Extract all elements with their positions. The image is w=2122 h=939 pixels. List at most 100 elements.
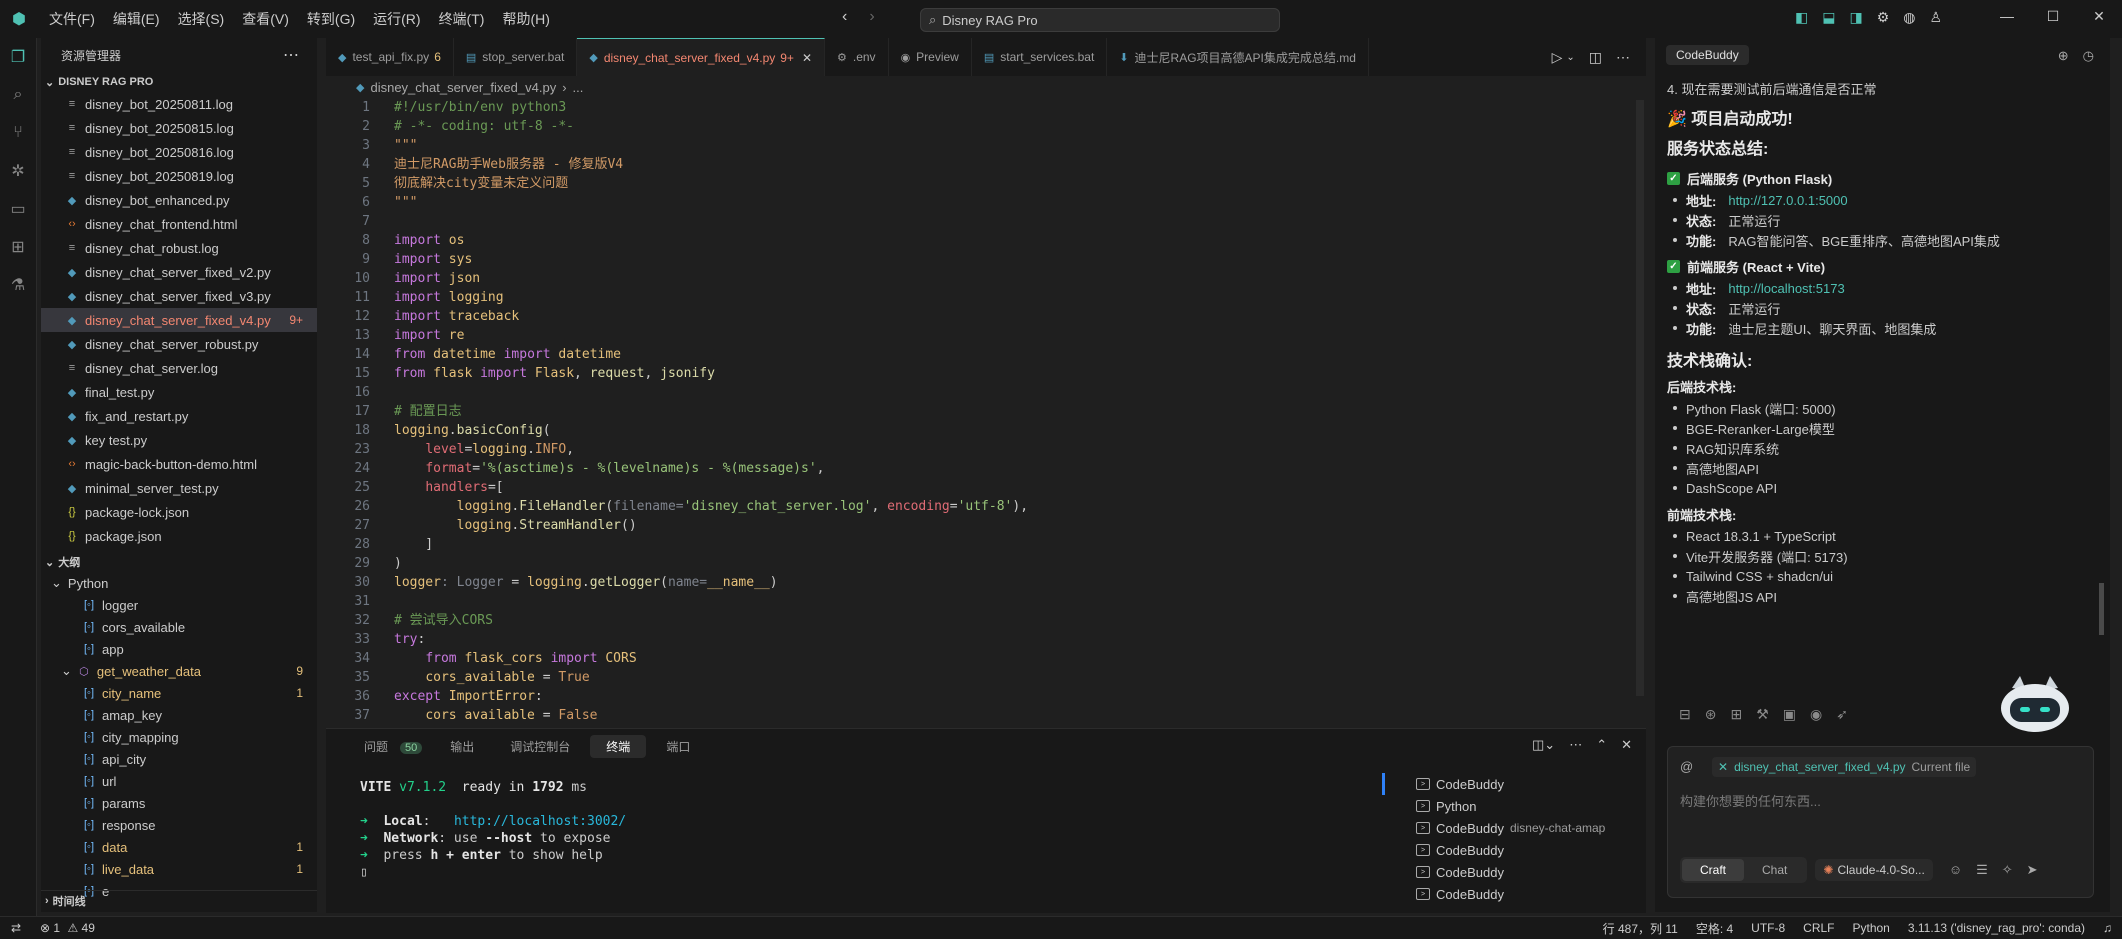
file-item[interactable]: ‹› magic-back-button-demo.html xyxy=(41,452,317,476)
copilot-icon[interactable]: ◍ xyxy=(1903,9,1915,26)
breadcrumb-rest[interactable]: ... xyxy=(573,80,584,95)
service-link[interactable]: http://127.0.0.1:5000 xyxy=(1728,193,1847,208)
file-item[interactable]: ◆ disney_chat_server_fixed_v4.py 9+ xyxy=(41,308,317,332)
outline-item[interactable]: [◦] logger xyxy=(41,594,317,616)
more-actions-icon[interactable]: ⋯ xyxy=(1616,49,1630,66)
send-icon[interactable]: ➤ xyxy=(2027,862,2038,878)
language-mode[interactable]: Python xyxy=(1853,921,1890,935)
command-center-search[interactable]: ⌕ Disney RAG Pro xyxy=(920,8,1280,32)
extensions-icon[interactable]: ⊞ xyxy=(0,228,36,266)
code-editor[interactable]: 1 #!/usr/bin/env python3 2 # -*- coding: ut… xyxy=(326,98,1636,720)
editor-tab[interactable]: ⬇ 迪士尼RAG项目高德API集成完成总结.md xyxy=(1107,38,1369,76)
settings-gear-icon[interactable]: ⚙ xyxy=(1877,9,1890,26)
file-item[interactable]: ◆ disney_chat_server_fixed_v3.py xyxy=(41,284,317,308)
maximize-button[interactable]: ☐ xyxy=(2030,0,2076,32)
file-item[interactable]: ◆ final_test.py xyxy=(41,380,317,404)
file-item[interactable]: ‹› disney_chat_frontend.html xyxy=(41,212,317,236)
file-item[interactable]: ◆ fix_and_restart.py xyxy=(41,404,317,428)
history-icon[interactable]: ◷ xyxy=(2083,48,2094,64)
problems-status[interactable]: ⊗ 1 ⚠ 49 xyxy=(40,921,95,935)
mode-chat-button[interactable]: Chat xyxy=(1744,859,1805,881)
mode-craft-button[interactable]: Craft xyxy=(1682,859,1745,881)
mcp-icon[interactable]: ⊛ xyxy=(1705,706,1717,723)
service-link[interactable]: http://localhost:5173 xyxy=(1728,281,1844,296)
menu-item[interactable]: 文件(F) xyxy=(40,9,104,29)
toggle-secondary-sidebar-icon[interactable]: ◨ xyxy=(1849,9,1862,26)
outline-item[interactable]: [◦] city_mapping xyxy=(41,726,317,748)
file-item[interactable]: ◆ disney_bot_enhanced.py xyxy=(41,188,317,212)
outline-item[interactable]: [◦] cors_available xyxy=(41,616,317,638)
task-list-icon[interactable]: ☰ xyxy=(1976,862,1988,878)
panel-tab[interactable]: 调试控制台 xyxy=(494,735,586,758)
outline-item[interactable]: [◦] api_city xyxy=(41,748,317,770)
terminal-instance[interactable]: > CodeBuddy xyxy=(1416,839,1636,861)
panel-tab[interactable]: 问题 50 xyxy=(348,735,430,758)
file-item[interactable]: ≡ disney_chat_robust.log xyxy=(41,236,317,260)
file-item[interactable]: ≡ disney_bot_20250811.log xyxy=(41,92,317,116)
editor-tab[interactable]: ◆ disney_chat_server_fixed_v4.py 9+ ✕ xyxy=(577,38,825,76)
file-item[interactable]: ≡ disney_bot_20250815.log xyxy=(41,116,317,140)
terminal-instance[interactable]: > CodeBuddy xyxy=(1416,861,1636,883)
more-actions-icon[interactable]: ⋯ xyxy=(283,45,299,65)
minimize-button[interactable]: — xyxy=(1984,0,2030,32)
remote-explorer-icon[interactable]: ▭ xyxy=(0,190,36,228)
editor-tab[interactable]: ◆ test_api_fix.py 6 xyxy=(326,38,454,76)
maximize-panel-icon[interactable]: ⌃ xyxy=(1596,737,1607,753)
terminal-instance[interactable]: > Python xyxy=(1416,795,1636,817)
python-interpreter[interactable]: 3.11.13 ('disney_rag_pro': conda) xyxy=(1908,921,2085,935)
outline-group-python[interactable]: ⌄ Python xyxy=(41,572,317,594)
panel-tab[interactable]: 终端 xyxy=(590,734,647,758)
editor-tab[interactable]: ◉ Preview xyxy=(889,38,972,76)
context-file-chip[interactable]: ✕ disney_chat_server_fixed_v4.py Current… xyxy=(1712,757,1977,777)
terminal-instance[interactable]: > CodeBuddy xyxy=(1416,773,1636,795)
preview-eye-icon[interactable]: ◉ xyxy=(1810,706,1822,723)
editor-tab[interactable]: ▤ stop_server.bat xyxy=(454,38,578,76)
menu-item[interactable]: 终端(T) xyxy=(430,9,494,29)
panel-tab[interactable]: 输出 xyxy=(434,735,490,758)
file-item[interactable]: {} package.json xyxy=(41,524,317,548)
breadcrumb-file[interactable]: disney_chat_server_fixed_v4.py xyxy=(370,80,556,95)
terminal-output[interactable]: VITE v7.1.2 ready in 1792 ms ➜ Local: ht… xyxy=(360,779,626,881)
file-item[interactable]: ≡ disney_chat_server.log xyxy=(41,356,317,380)
split-terminal-icon[interactable]: ◫⌄ xyxy=(1532,737,1555,753)
file-item[interactable]: ◆ minimal_server_test.py xyxy=(41,476,317,500)
close-window-button[interactable]: ✕ xyxy=(2076,0,2122,32)
outline-item[interactable]: [◦] params xyxy=(41,792,317,814)
integrations-icon[interactable]: ⊞ xyxy=(1730,706,1742,723)
file-item[interactable]: ≡ disney_bot_20250819.log xyxy=(41,164,317,188)
menu-item[interactable]: 转到(G) xyxy=(298,9,364,29)
run-icon[interactable]: ▷ xyxy=(1552,49,1563,66)
close-panel-icon[interactable]: ✕ xyxy=(1621,737,1632,753)
cursor-position[interactable]: 行 487，列 11 xyxy=(1603,920,1678,937)
account-icon[interactable]: ♙ xyxy=(1929,9,1942,26)
enhance-sparkle-icon[interactable]: ✧ xyxy=(2002,862,2013,878)
file-item[interactable]: ◆ key test.py xyxy=(41,428,317,452)
end-of-line[interactable]: CRLF xyxy=(1803,921,1834,935)
outline-item[interactable]: [◦] app xyxy=(41,638,317,660)
outline-item[interactable]: [◦] city_name 1 xyxy=(41,682,317,704)
forward-arrow-icon[interactable]: › xyxy=(869,8,874,26)
tools-icon[interactable]: ⚒ xyxy=(1756,706,1769,723)
workspace-root[interactable]: ⌄ DISNEY RAG PRO xyxy=(41,72,317,92)
search-view-icon[interactable]: ⌕ xyxy=(0,76,36,114)
chat-scrollbar[interactable] xyxy=(2099,583,2104,635)
file-item[interactable]: ◆ disney_chat_server_robust.py xyxy=(41,332,317,356)
rules-icon[interactable]: ⊟ xyxy=(1679,706,1691,723)
new-chat-icon[interactable]: ⊕ xyxy=(2058,48,2069,64)
remote-indicator-icon[interactable]: ⇄ xyxy=(0,917,32,939)
remove-context-icon[interactable]: ✕ xyxy=(1718,760,1728,774)
chat-input[interactable]: 构建你想要的任何东西... xyxy=(1680,791,2080,810)
menu-item[interactable]: 查看(V) xyxy=(233,9,298,29)
outline-item[interactable]: [◦] amap_key xyxy=(41,704,317,726)
codebuddy-tab[interactable]: CodeBuddy xyxy=(1666,45,1749,65)
toggle-panel-icon[interactable]: ⬓ xyxy=(1822,9,1835,26)
model-selector[interactable]: ✺ Claude-4.0-So... xyxy=(1815,859,1933,881)
encoding[interactable]: UTF-8 xyxy=(1751,921,1785,935)
close-tab-icon[interactable]: ✕ xyxy=(802,51,812,65)
source-control-icon[interactable]: ⑂ xyxy=(0,114,36,152)
file-item[interactable]: {} package-lock.json xyxy=(41,500,317,524)
run-debug-icon[interactable]: ✲ xyxy=(0,152,36,190)
editor-tab[interactable]: ▤ start_services.bat xyxy=(972,38,1108,76)
back-arrow-icon[interactable]: ‹ xyxy=(842,8,847,26)
testing-icon[interactable]: ⚗ xyxy=(0,266,36,304)
